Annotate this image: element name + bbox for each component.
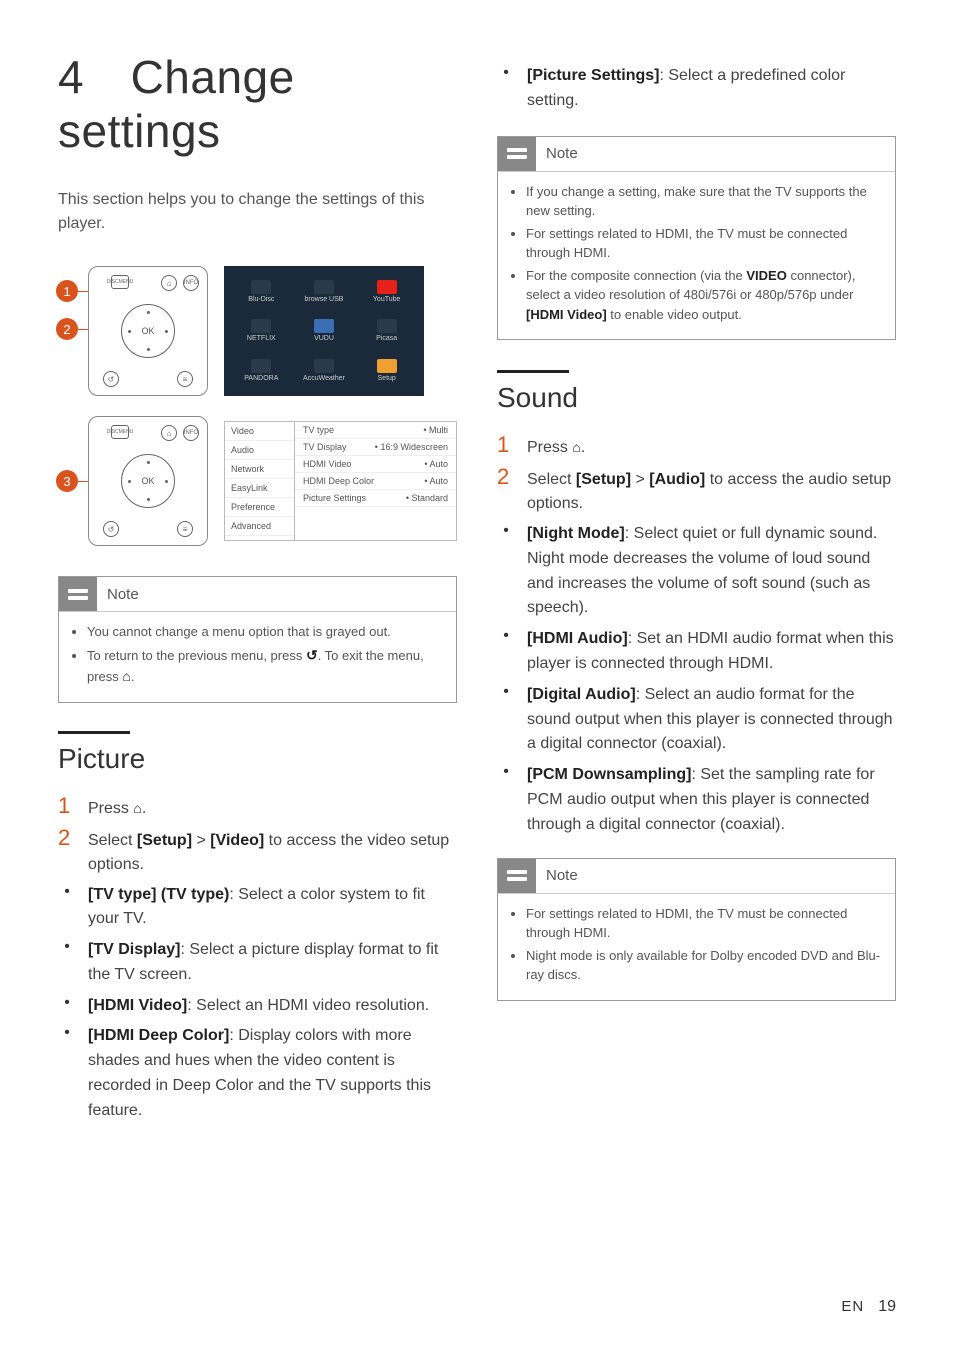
bullet-item: [Digital Audio]: Select an audio format … xyxy=(497,683,896,757)
dpad-icon: OK xyxy=(121,454,175,508)
remote-diagram-1: DISCMENU ⌂ INFO OK ↺ ≡ xyxy=(88,266,208,396)
callout-3: 3 xyxy=(56,470,78,492)
footer-lang: EN xyxy=(841,1298,864,1315)
bullet-item: [HDMI Audio]: Set an HDMI audio format w… xyxy=(497,627,896,677)
home-tile: AccuWeather xyxy=(295,353,354,388)
note-icon xyxy=(498,137,536,171)
bullet-item: [PCM Downsampling]: Set the sampling rat… xyxy=(497,763,896,837)
menu-left-item: Advanced xyxy=(225,517,294,536)
menu-right-row: HDMI Deep ColorAuto xyxy=(295,473,456,490)
note-item: For settings related to HDMI, the TV mus… xyxy=(526,904,881,943)
note-box-3: Note For settings related to HDMI, the T… xyxy=(497,858,896,1001)
callout-1: 1 xyxy=(56,280,78,302)
note-title: Note xyxy=(107,586,139,603)
menu-right-row: Picture SettingsStandard xyxy=(295,490,456,507)
note-item: For the composite connection (via the VI… xyxy=(526,266,881,325)
bullet-item: [TV type] (TV type): Select a color syst… xyxy=(58,883,457,933)
remote-diagram-2: DISCMENU ⌂ INFO OK ↺ ≡ xyxy=(88,416,208,546)
note-title: Note xyxy=(546,867,578,884)
settings-menu-diagram: VideoAudioNetworkEasyLinkPreferenceAdvan… xyxy=(224,421,457,541)
home-tile: YouTube xyxy=(357,274,416,309)
menu-left-item: Network xyxy=(225,460,294,479)
disc-menu-icon: DISCMENU xyxy=(111,275,129,289)
note-icon xyxy=(59,577,97,611)
footer-page: 19 xyxy=(878,1298,896,1316)
menu-left-item: EasyLink xyxy=(225,479,294,498)
home-tile: NETFLIX xyxy=(232,313,291,348)
note-item: If you change a setting, make sure that … xyxy=(526,182,881,221)
note-box-2: Note If you change a setting, make sure … xyxy=(497,136,896,341)
home-icon: ⌂ xyxy=(161,275,177,291)
list-icon: ≡ xyxy=(177,521,193,537)
bullet-item: [TV Display]: Select a picture display f… xyxy=(58,938,457,988)
menu-right-row: HDMI VideoAuto xyxy=(295,456,456,473)
home-tile: Setup xyxy=(357,353,416,388)
menu-right-row: TV typeMulti xyxy=(295,422,456,439)
home-tile: PANDORA xyxy=(232,353,291,388)
picture-heading: Picture xyxy=(58,731,457,775)
note-item: Night mode is only available for Dolby e… xyxy=(526,946,881,985)
bullet-item: [HDMI Deep Color]: Display colors with m… xyxy=(58,1024,457,1123)
note-item: You cannot change a menu option that is … xyxy=(87,622,442,642)
disc-menu-icon: DISCMENU xyxy=(111,425,129,439)
home-tile: Picasa xyxy=(357,313,416,348)
note-item: For settings related to HDMI, the TV mus… xyxy=(526,224,881,263)
step-item: 2Select [Setup] > [Audio] to access the … xyxy=(497,464,896,516)
sound-heading: Sound xyxy=(497,370,896,414)
menu-left-item: Audio xyxy=(225,441,294,460)
home-tile: Blu-Disc xyxy=(232,274,291,309)
back-icon: ↺ xyxy=(103,371,119,387)
note-icon xyxy=(498,859,536,893)
step-item: 1Press ⌂. xyxy=(497,432,896,460)
page-footer: EN 19 xyxy=(841,1298,896,1316)
info-icon: INFO xyxy=(183,275,199,291)
bullet-item: [Night Mode]: Select quiet or full dynam… xyxy=(497,522,896,621)
note-box-1: Note You cannot change a menu option tha… xyxy=(58,576,457,703)
menu-left-item: Preference xyxy=(225,498,294,517)
home-tile: browse USB xyxy=(295,274,354,309)
home-tiles: Blu-Discbrowse USBYouTube NETFLIXVUDUPica… xyxy=(224,266,424,396)
menu-left-item: Video xyxy=(225,422,294,441)
home-icon: ⌂ xyxy=(161,425,177,441)
note-item: To return to the previous menu, press ↺.… xyxy=(87,645,442,687)
page-title: 4 Change settings xyxy=(58,50,457,158)
step-item: 2Select [Setup] > [Video] to access the … xyxy=(58,825,457,877)
home-tile: VUDU xyxy=(295,313,354,348)
bullet-item: [HDMI Video]: Select an HDMI video resol… xyxy=(58,994,457,1019)
step-item: 1Press ⌂. xyxy=(58,793,457,821)
callout-2: 2 xyxy=(56,318,78,340)
list-icon: ≡ xyxy=(177,371,193,387)
dpad-icon: OK xyxy=(121,304,175,358)
info-icon: INFO xyxy=(183,425,199,441)
diagram-area: 1 2 DISCMENU ⌂ INFO OK ↺ ≡ Bl xyxy=(58,266,457,546)
intro-text: This section helps you to change the set… xyxy=(58,188,457,236)
back-icon: ↺ xyxy=(103,521,119,537)
menu-right-row: TV Display16:9 Widescreen xyxy=(295,439,456,456)
note-title: Note xyxy=(546,145,578,162)
bullet-item: [Picture Settings]: Select a predefined … xyxy=(497,64,896,114)
